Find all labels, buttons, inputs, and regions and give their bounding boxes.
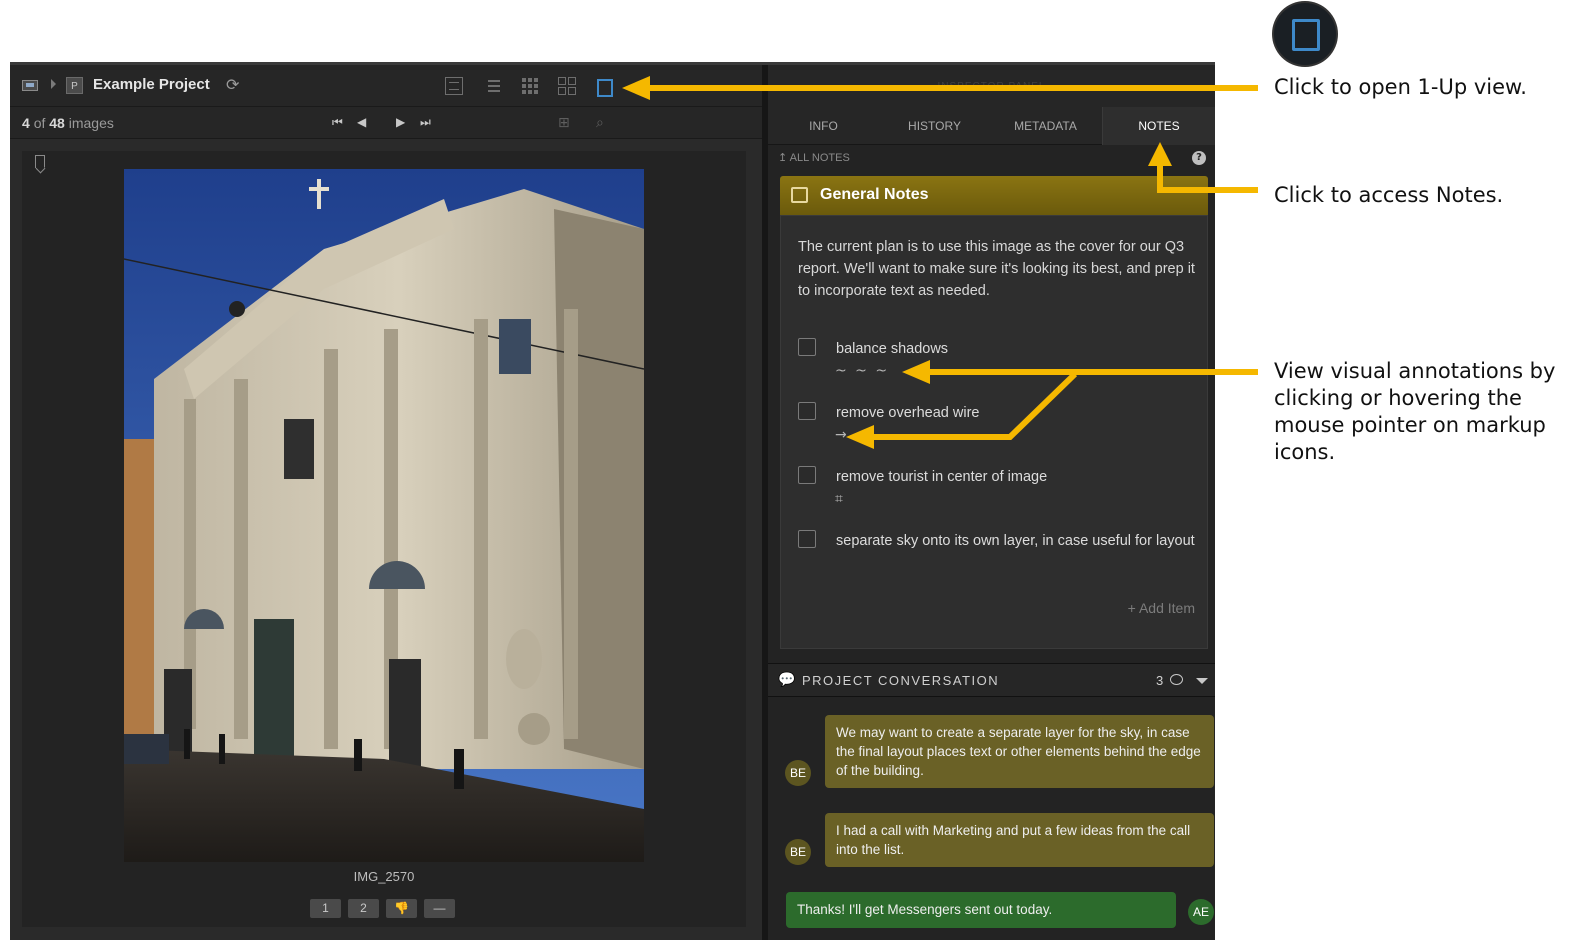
callout-arrows: [622, 76, 1258, 449]
